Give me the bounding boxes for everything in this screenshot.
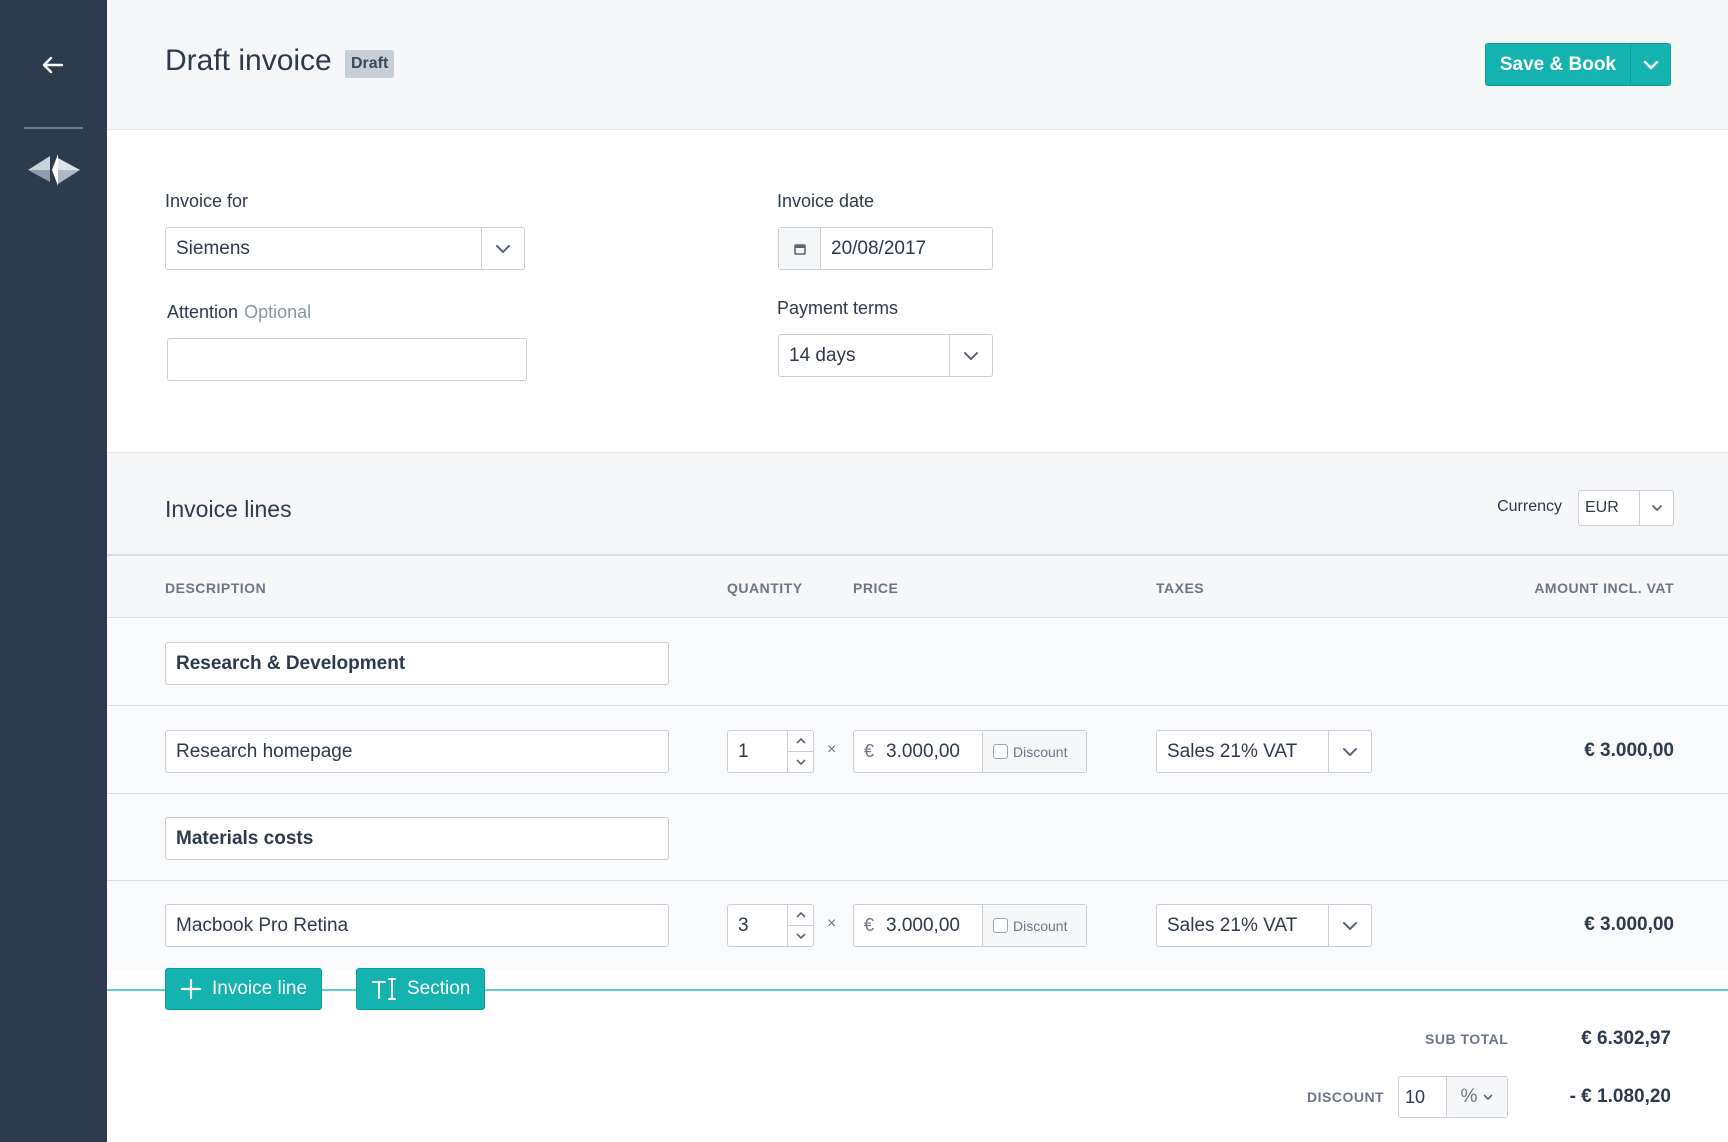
discount-input[interactable]: 10	[1399, 1077, 1447, 1117]
discount-unit-select[interactable]: %	[1447, 1077, 1507, 1117]
section-row: Materials costs	[107, 794, 1728, 881]
subtotal-value: € 6.302,97	[1581, 1028, 1671, 1049]
chevron-down-icon[interactable]	[1639, 491, 1673, 525]
chevron-down-icon	[1483, 1094, 1494, 1100]
invoice-date-input[interactable]: 20/08/2017	[778, 227, 993, 270]
currency-symbol: €	[864, 741, 875, 761]
payment-terms-value: 14 days	[789, 344, 856, 366]
sidebar	[0, 0, 107, 1142]
app-logo-icon[interactable]	[28, 152, 80, 188]
line-description-input[interactable]: Macbook Pro Retina	[165, 904, 669, 947]
quantity-value[interactable]: 1	[728, 731, 787, 772]
status-badge: Draft	[345, 50, 395, 78]
section-row: Research & Development	[107, 619, 1728, 706]
currency-value: EUR	[1585, 499, 1619, 516]
section-title-input[interactable]: Research & Development	[165, 642, 669, 685]
price-value[interactable]: 3.000,00	[886, 741, 982, 763]
discount-toggle[interactable]: Discount	[982, 731, 1086, 772]
tax-select[interactable]: Sales 21% VAT	[1156, 730, 1372, 773]
back-arrow-icon[interactable]	[38, 50, 68, 80]
payment-terms-select[interactable]: 14 days	[778, 334, 993, 377]
column-quantity: QUANTITY	[727, 580, 803, 596]
line-description-input[interactable]: Research homepage	[165, 730, 669, 773]
line-amount: € 3.000,00	[1584, 914, 1674, 935]
discount-total-value: - € 1.080,20	[1569, 1086, 1671, 1107]
payment-terms-label: Payment terms	[777, 298, 899, 318]
invoice-lines-header: Invoice lines Currency EUR	[107, 453, 1728, 556]
table-header: DESCRIPTION QUANTITY PRICE TAXES AMOUNT …	[107, 556, 1728, 618]
attention-label: Attention Optional	[167, 302, 311, 323]
invoice-date-value: 20/08/2017	[831, 237, 927, 259]
quantity-value[interactable]: 3	[728, 905, 787, 946]
discount-toggle[interactable]: Discount	[982, 905, 1086, 946]
invoice-form: Invoice for Siemens Attention Optional In…	[107, 131, 1728, 453]
column-taxes: TAXES	[1156, 580, 1205, 596]
add-section-button[interactable]: Section	[356, 968, 486, 1010]
sidebar-divider	[24, 127, 83, 129]
discount-label: Discount	[1013, 917, 1068, 934]
add-invoice-line-button[interactable]: Invoice line	[165, 968, 323, 1010]
table-row: Macbook Pro Retina 3 × € 3.000,00 Discou…	[107, 881, 1728, 969]
discount-label: Discount	[1013, 743, 1068, 760]
chevron-up-icon[interactable]	[788, 905, 813, 926]
plus-icon	[180, 978, 202, 1000]
page-title: Draft invoice	[165, 44, 332, 77]
invoice-for-label: Invoice for	[165, 191, 249, 211]
quantity-stepper[interactable]: 1	[727, 730, 814, 773]
section-title-input[interactable]: Materials costs	[165, 817, 669, 860]
tax-value: Sales 21% VAT	[1167, 914, 1298, 936]
chevron-down-icon[interactable]	[481, 228, 524, 269]
save-options-dropdown[interactable]	[1630, 44, 1670, 85]
price-input[interactable]: € 3.000,00 Discount	[853, 730, 1087, 773]
column-amount: AMOUNT INCL. VAT	[1534, 580, 1674, 596]
chevron-down-icon[interactable]	[788, 752, 813, 772]
discount-input-group[interactable]: 10 %	[1398, 1076, 1508, 1118]
column-description: DESCRIPTION	[165, 580, 267, 596]
column-price: PRICE	[853, 580, 899, 596]
discount-checkbox[interactable]	[993, 744, 1008, 759]
discount-checkbox[interactable]	[993, 918, 1008, 933]
invoice-for-value: Siemens	[176, 237, 250, 259]
price-input[interactable]: € 3.000,00 Discount	[853, 904, 1087, 947]
add-invoice-line-label: Invoice line	[212, 978, 308, 999]
chevron-up-icon[interactable]	[788, 731, 813, 752]
invoice-for-select[interactable]: Siemens	[165, 227, 525, 270]
invoice-date-label: Invoice date	[777, 191, 875, 211]
currency-symbol: €	[864, 915, 875, 935]
table-row: Research homepage 1 × € 3.000,00 Discoun…	[107, 707, 1728, 794]
multiply-symbol: ×	[827, 915, 837, 932]
page-header: Draft invoice Draft Save & Book	[107, 0, 1728, 130]
chevron-down-icon[interactable]	[788, 926, 813, 946]
attention-input[interactable]	[167, 338, 527, 381]
chevron-down-icon[interactable]	[1328, 905, 1371, 946]
currency-label: Currency	[1497, 498, 1562, 515]
subtotal-label: SUB TOTAL	[1425, 1031, 1509, 1047]
tax-value: Sales 21% VAT	[1167, 740, 1298, 762]
chevron-down-icon	[1643, 60, 1658, 69]
save-book-button-group: Save & Book	[1484, 43, 1671, 86]
chevron-down-icon[interactable]	[949, 335, 992, 376]
invoice-lines-title: Invoice lines	[165, 496, 292, 522]
text-cursor-icon	[371, 976, 397, 1002]
calendar-icon[interactable]	[779, 228, 821, 269]
discount-unit-value: %	[1460, 1086, 1478, 1107]
price-value[interactable]: 3.000,00	[886, 915, 982, 937]
add-line-divider	[107, 989, 1728, 991]
discount-total-label: DISCOUNT	[1307, 1089, 1385, 1105]
line-amount: € 3.000,00	[1584, 740, 1674, 761]
save-book-button[interactable]: Save & Book	[1486, 44, 1630, 85]
attention-optional-hint: Optional	[244, 302, 312, 322]
quantity-stepper[interactable]: 3	[727, 904, 814, 947]
currency-select[interactable]: EUR	[1578, 490, 1674, 526]
tax-select[interactable]: Sales 21% VAT	[1156, 904, 1372, 947]
add-section-label: Section	[407, 978, 471, 999]
attention-label-text: Attention	[167, 302, 239, 322]
chevron-down-icon[interactable]	[1328, 731, 1371, 772]
multiply-symbol: ×	[827, 741, 837, 758]
